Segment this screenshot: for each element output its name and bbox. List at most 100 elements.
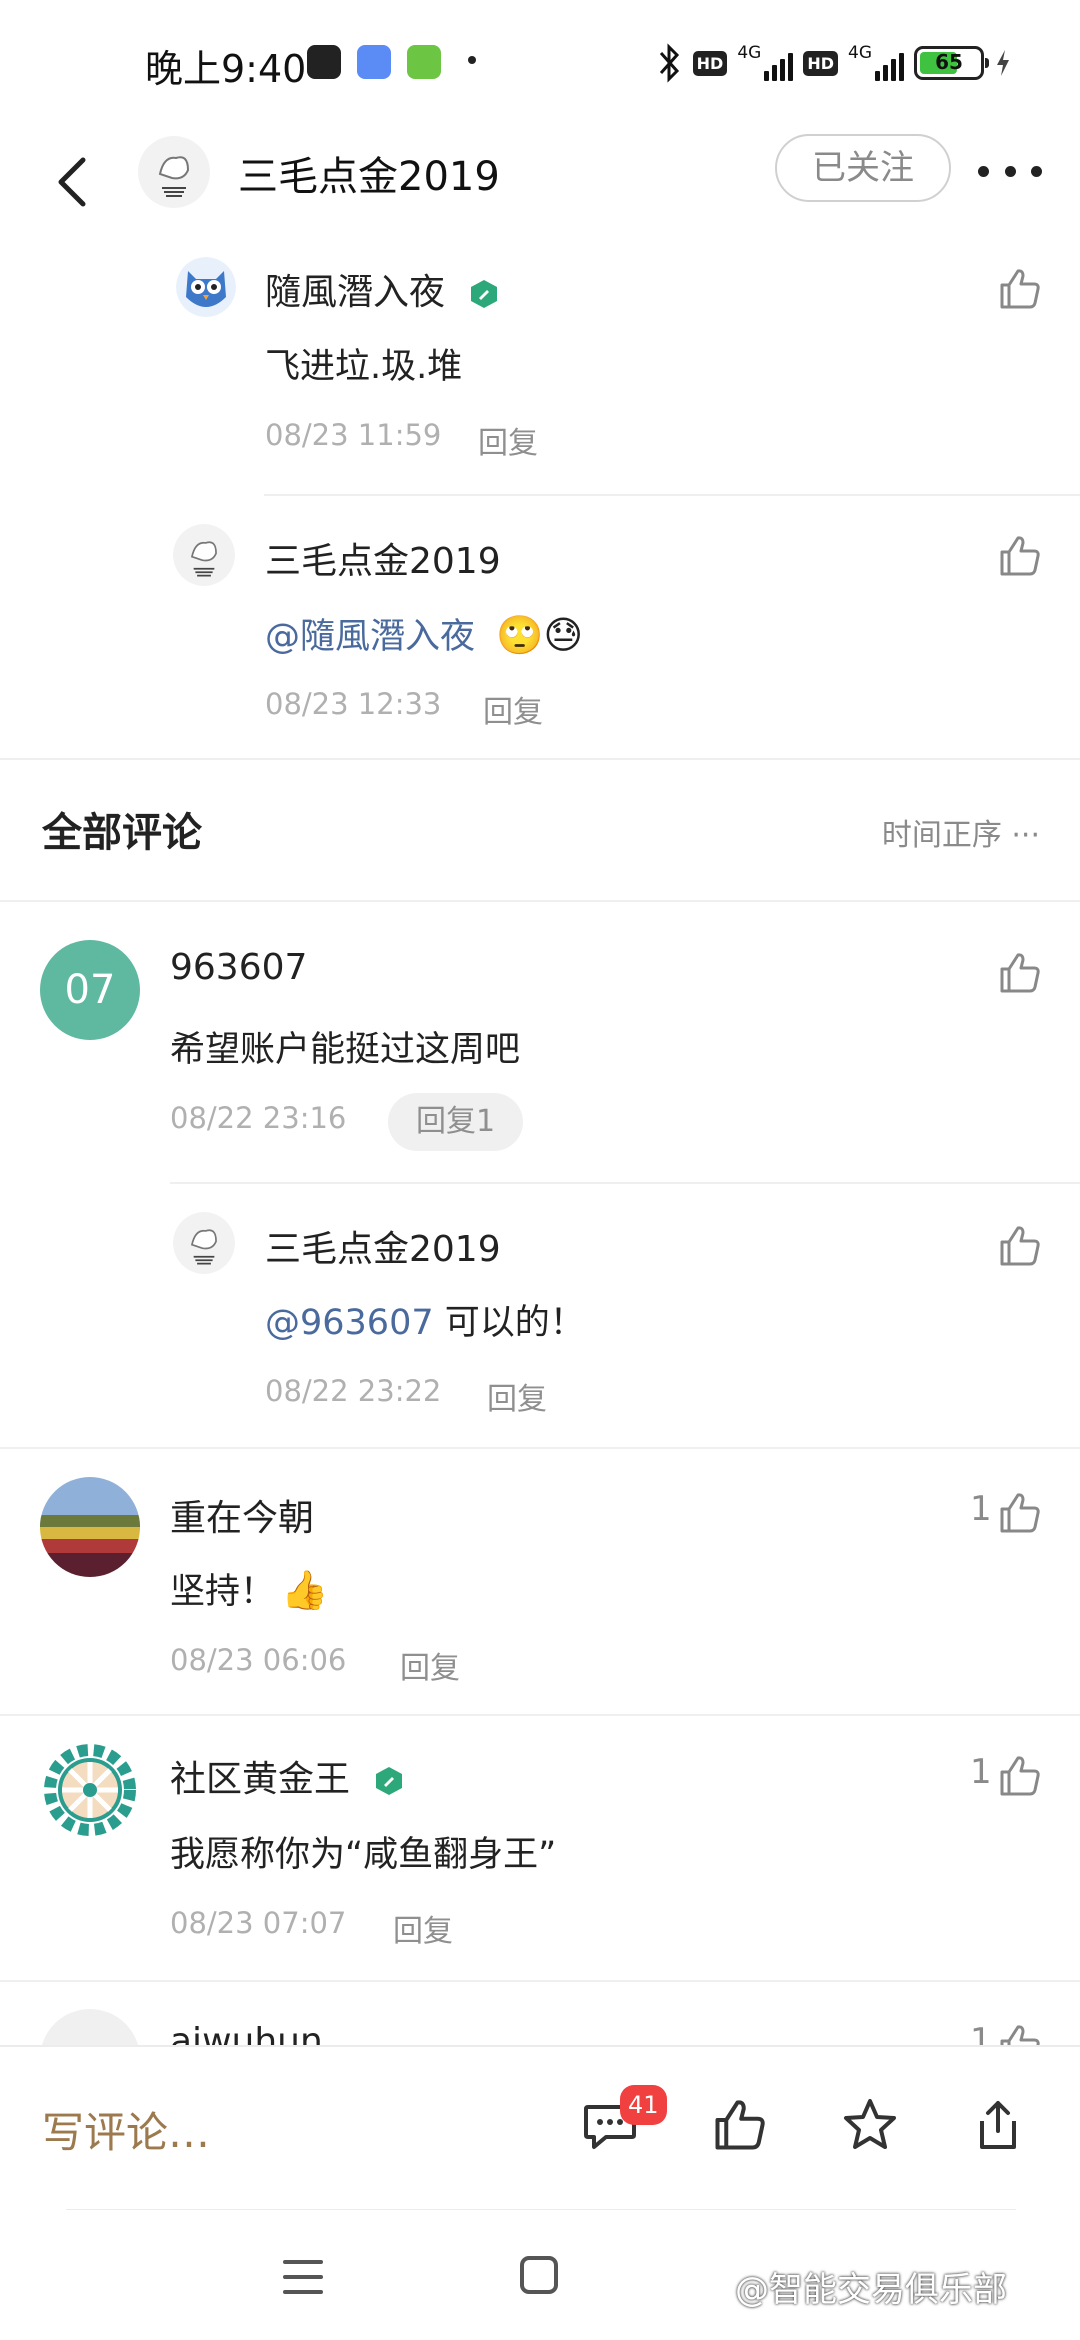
reply-body: 可以的！ [433, 1303, 585, 1343]
divider [264, 494, 1080, 496]
like-icon[interactable] [710, 2095, 770, 2155]
comment-item: aiwuhun 1 [0, 2005, 1080, 2045]
reply-emoji: 🙄😓 [496, 613, 584, 657]
comment-text: 我愿称你为“咸鱼翻身王” [170, 1835, 557, 1875]
reply-author-name[interactable]: 三毛点金2019 [265, 1220, 501, 1272]
comment-author-name[interactable]: 社区黄金王 [170, 1759, 350, 1800]
reply-button[interactable]: 回复 [487, 1374, 547, 1418]
bluetooth-icon [659, 43, 679, 83]
author-avatar[interactable] [138, 136, 210, 208]
like-icon[interactable] [996, 949, 1044, 997]
reply-text: 飞进垃.圾.堆 [265, 347, 463, 387]
like-count: 1 [970, 2021, 992, 2045]
assistant-app-icon [357, 45, 391, 79]
bottom-action-bar: 写评论… 41 [0, 2045, 1080, 2211]
status-time: 晚上9:40 [145, 47, 307, 91]
comment-time: 08/23 06:06 [170, 1643, 347, 1677]
status-bar: 晚上9:40 HD 4G HD 4G 65 [0, 0, 1080, 130]
charging-icon [997, 50, 1009, 76]
comment-emoji: 👍 [281, 1568, 329, 1612]
like-count: 1 [970, 1752, 992, 1792]
reply-item: 隨風潛入夜 飞进垃.圾.堆 08/23 11:59 回复 [0, 255, 1080, 495]
recent-apps-icon[interactable] [283, 2260, 323, 2294]
reply-button[interactable]: 回复 [400, 1643, 460, 1687]
landscape-avatar[interactable] [40, 1477, 140, 1577]
reply-button[interactable]: 回复 [483, 687, 543, 731]
divider [0, 1447, 1080, 1449]
reply-author-name[interactable]: 三毛点金2019 [265, 532, 501, 584]
reply-time: 08/23 11:59 [265, 418, 442, 452]
verified-badge-icon [376, 1767, 403, 1795]
write-comment-input[interactable]: 写评论… [42, 2099, 210, 2160]
all-comments-heading: 全部评论 [42, 810, 202, 856]
reply-button[interactable]: 回复 [393, 1906, 453, 1950]
comment-time: 08/22 23:16 [170, 1101, 347, 1135]
like-icon[interactable] [996, 265, 1044, 313]
comment-item: 重在今朝 坚持！ 👍 08/23 06:06 回复 1 [0, 1475, 1080, 1715]
reply-time: 08/23 12:33 [265, 687, 442, 721]
robot-app-icon [407, 45, 441, 79]
star-icon[interactable] [840, 2095, 900, 2155]
divider [0, 1714, 1080, 1716]
comment-time: 08/23 07:07 [170, 1906, 347, 1940]
share-icon[interactable] [968, 2095, 1028, 2155]
signal-2-icon: 4G [848, 43, 904, 83]
music-app-icon [307, 45, 341, 79]
reply-count-button[interactable]: 回复1 [388, 1093, 524, 1151]
reply-text: @隨風潛入夜 🙄😓 [265, 608, 583, 659]
avatar-initials: 07 [64, 967, 116, 1013]
sort-order-button[interactable]: 时间正序 ··· [882, 810, 1040, 854]
ellipsis-icon: ··· [1011, 818, 1040, 853]
comment-text: 坚持！ 👍 [170, 1563, 328, 1614]
comment-author-name[interactable]: 重在今朝 [170, 1489, 314, 1541]
avatar[interactable] [40, 2009, 140, 2045]
like-icon[interactable] [996, 532, 1044, 580]
mention-link[interactable]: @隨風潛入夜 [265, 617, 475, 657]
author-avatar[interactable] [173, 1212, 235, 1274]
like-icon[interactable] [996, 1222, 1044, 1270]
like-icon[interactable] [996, 1752, 1044, 1800]
comment-author-name[interactable]: 963607 [170, 947, 307, 988]
divider [0, 900, 1080, 902]
system-nav-bar: @智能交易俱乐部 [0, 2210, 1080, 2340]
battery-level: 65 [935, 50, 963, 74]
page-title: 三毛点金2019 [238, 154, 500, 200]
follow-button[interactable]: 已关注 [775, 134, 951, 202]
reply-author-name[interactable]: 隨風潛入夜 [265, 272, 445, 313]
owl-avatar[interactable] [176, 257, 236, 317]
top-header: 三毛点金2019 已关注 [0, 130, 1080, 240]
notification-dot [468, 56, 476, 64]
verified-badge-icon [471, 280, 498, 308]
more-options-icon[interactable] [978, 156, 1042, 186]
comment-item: 社区黄金王 我愿称你为“咸鱼翻身王” 08/23 07:07 回复 1 [0, 1740, 1080, 1980]
watermark: @智能交易俱乐部 [735, 2270, 1007, 2310]
status-indicators: HD 4G HD 4G 65 [655, 40, 1012, 86]
back-icon[interactable] [45, 142, 105, 222]
reply-item: 三毛点金2019 @963607 可以的！ 08/22 23:22 回复 [0, 1210, 1080, 1450]
reply-text: @963607 可以的！ [265, 1294, 585, 1345]
home-icon[interactable] [520, 2256, 558, 2294]
mention-link[interactable]: @963607 [265, 1303, 434, 1343]
gear-avatar[interactable] [40, 1740, 140, 1840]
battery-icon: 65 [914, 46, 989, 80]
like-icon[interactable] [996, 1489, 1044, 1537]
sort-order-label[interactable]: 时间正序 [882, 818, 1002, 853]
hd-badge-1: HD [692, 50, 728, 76]
network-type-2: 4G [848, 43, 872, 63]
signal-1-icon: 4G [737, 43, 794, 83]
reply-item: 三毛点金2019 @隨風潛入夜 🙄😓 08/23 12:33 回复 [0, 520, 1080, 760]
comment-author[interactable]: 社区黄金王 [170, 1750, 405, 1802]
reply-time: 08/22 23:22 [265, 1374, 442, 1408]
divider [0, 758, 1080, 760]
network-type-1: 4G [737, 43, 762, 63]
hd-badge-2: HD [803, 50, 838, 76]
like-icon[interactable] [996, 2021, 1044, 2045]
comment-author-name[interactable]: aiwuhun [170, 2021, 323, 2045]
author-avatar[interactable] [173, 524, 235, 586]
reply-author[interactable]: 隨風潛入夜 [265, 263, 500, 315]
reply-button[interactable]: 回复 [478, 418, 538, 462]
avatar[interactable]: 07 [40, 940, 140, 1040]
comment-body: 坚持！ [170, 1572, 276, 1612]
comment-item: 07 963607 希望账户能挺过这周吧 08/22 23:16 回复1 [0, 935, 1080, 1185]
comment-count-badge: 41 [620, 2085, 667, 2125]
